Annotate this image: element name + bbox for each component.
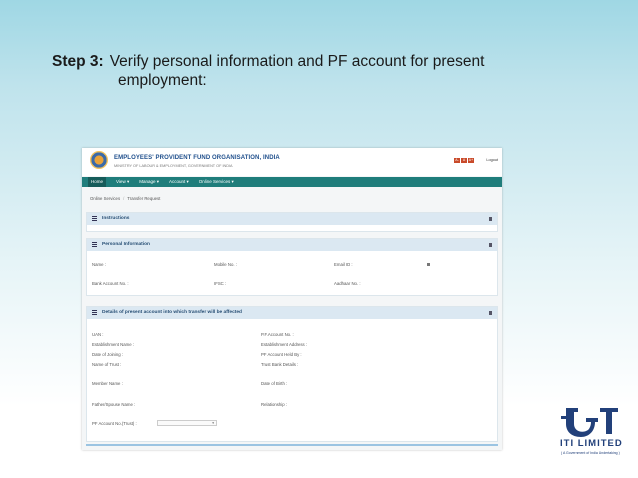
edit-icon[interactable] (427, 263, 430, 266)
collapse-icon[interactable] (488, 217, 492, 221)
step-label: Step 3: (52, 53, 104, 70)
personal-info-header[interactable]: Personal Information (87, 239, 497, 251)
nav-online-services[interactable]: Online Services ▾ (199, 177, 234, 187)
ifsc-label: IFSC : (214, 281, 227, 286)
epfo-portal-screenshot: EMPLOYEES' PROVIDENT FUND ORGANISATION, … (82, 148, 502, 450)
member-name-label: Member Name : (92, 381, 123, 386)
main-nav: Home View ▾ Manage ▾ Account ▾ Online Se… (82, 177, 502, 187)
step-text-line2: employment: (118, 72, 207, 89)
nav-home[interactable]: Home (88, 177, 107, 187)
email-label: Email ID : (334, 262, 353, 267)
company-name: ITI LIMITED (560, 438, 623, 449)
establishment-address-label: Establishment Address : (261, 342, 308, 347)
establishment-name-label: Establishment Name : (92, 342, 135, 347)
font-increase-button[interactable]: A+ (468, 158, 474, 163)
panel-footer-bar (86, 444, 498, 446)
breadcrumb: Online Services / Transfer Request (90, 196, 161, 201)
trust-bank-label: Trust Bank Details : (261, 362, 299, 367)
pf-account-label: P.F.Account No. : (261, 332, 294, 337)
relationship-label: Relationship : (261, 402, 288, 407)
mobile-label: Mobile No. : (214, 262, 237, 267)
instructions-panel-header[interactable]: Instructions (87, 213, 497, 225)
personal-info-panel: Personal Information Name : Mobile No. :… (86, 238, 498, 296)
logout-link[interactable]: Logout (486, 158, 498, 162)
father-spouse-label: Father/Spouse Name : (92, 402, 136, 407)
menu-icon (92, 310, 97, 315)
font-normal-button[interactable]: A (461, 158, 467, 163)
instructions-panel: Instructions (86, 212, 498, 232)
pf-trust-select[interactable]: ▾ (157, 420, 217, 426)
dob-label: Date of Birth : (261, 381, 288, 386)
menu-icon (92, 216, 97, 221)
collapse-icon[interactable] (488, 311, 492, 315)
iti-logo-icon (561, 408, 618, 437)
org-name: EMPLOYEES' PROVIDENT FUND ORGANISATION, … (114, 155, 280, 161)
present-account-panel: Details of present account into which tr… (86, 306, 498, 442)
breadcrumb-online-services[interactable]: Online Services (90, 196, 120, 201)
breadcrumb-transfer-request: Transfer Request (127, 196, 161, 201)
epfo-logo-icon (90, 151, 108, 169)
ministry-name: MINISTRY OF LABOUR & EMPLOYMENT, GOVERNM… (114, 164, 233, 168)
present-account-header[interactable]: Details of present account into which tr… (87, 307, 497, 319)
bank-account-label: Bank Account No. : (92, 281, 129, 286)
nav-manage[interactable]: Manage ▾ (139, 177, 159, 187)
font-decrease-button[interactable]: A- (454, 158, 460, 163)
nav-view[interactable]: View ▾ (116, 177, 129, 187)
font-size-controls: A- A A+ (454, 158, 474, 163)
personal-info-title: Personal Information (102, 242, 150, 247)
menu-icon (92, 242, 97, 247)
pf-trust-label: PF Account No.(Trust) : (92, 421, 137, 426)
name-label: Name : (92, 262, 106, 267)
step-text-line1: Verify personal information and PF accou… (109, 53, 485, 70)
nav-account[interactable]: Account ▾ (169, 177, 189, 187)
pf-held-by-label: PF Account Held By : (261, 352, 302, 357)
aadhaar-label: Aadhaar No. : (334, 281, 361, 286)
instructions-title: Instructions (102, 216, 130, 221)
date-of-joining-label: Date of Joining : (92, 352, 124, 357)
portal-header: EMPLOYEES' PROVIDENT FUND ORGANISATION, … (82, 148, 502, 176)
present-account-title: Details of present account into which tr… (102, 310, 242, 315)
collapse-icon[interactable] (488, 243, 492, 247)
chevron-down-icon: ▾ (212, 421, 214, 425)
uan-label: UAN : (92, 332, 104, 337)
company-tagline: ( A Government of India Undertaking ) (561, 451, 620, 455)
trust-name-label: Name of Trust : (92, 362, 122, 367)
step-heading: Step 3: Verify personal information and P… (52, 52, 484, 90)
